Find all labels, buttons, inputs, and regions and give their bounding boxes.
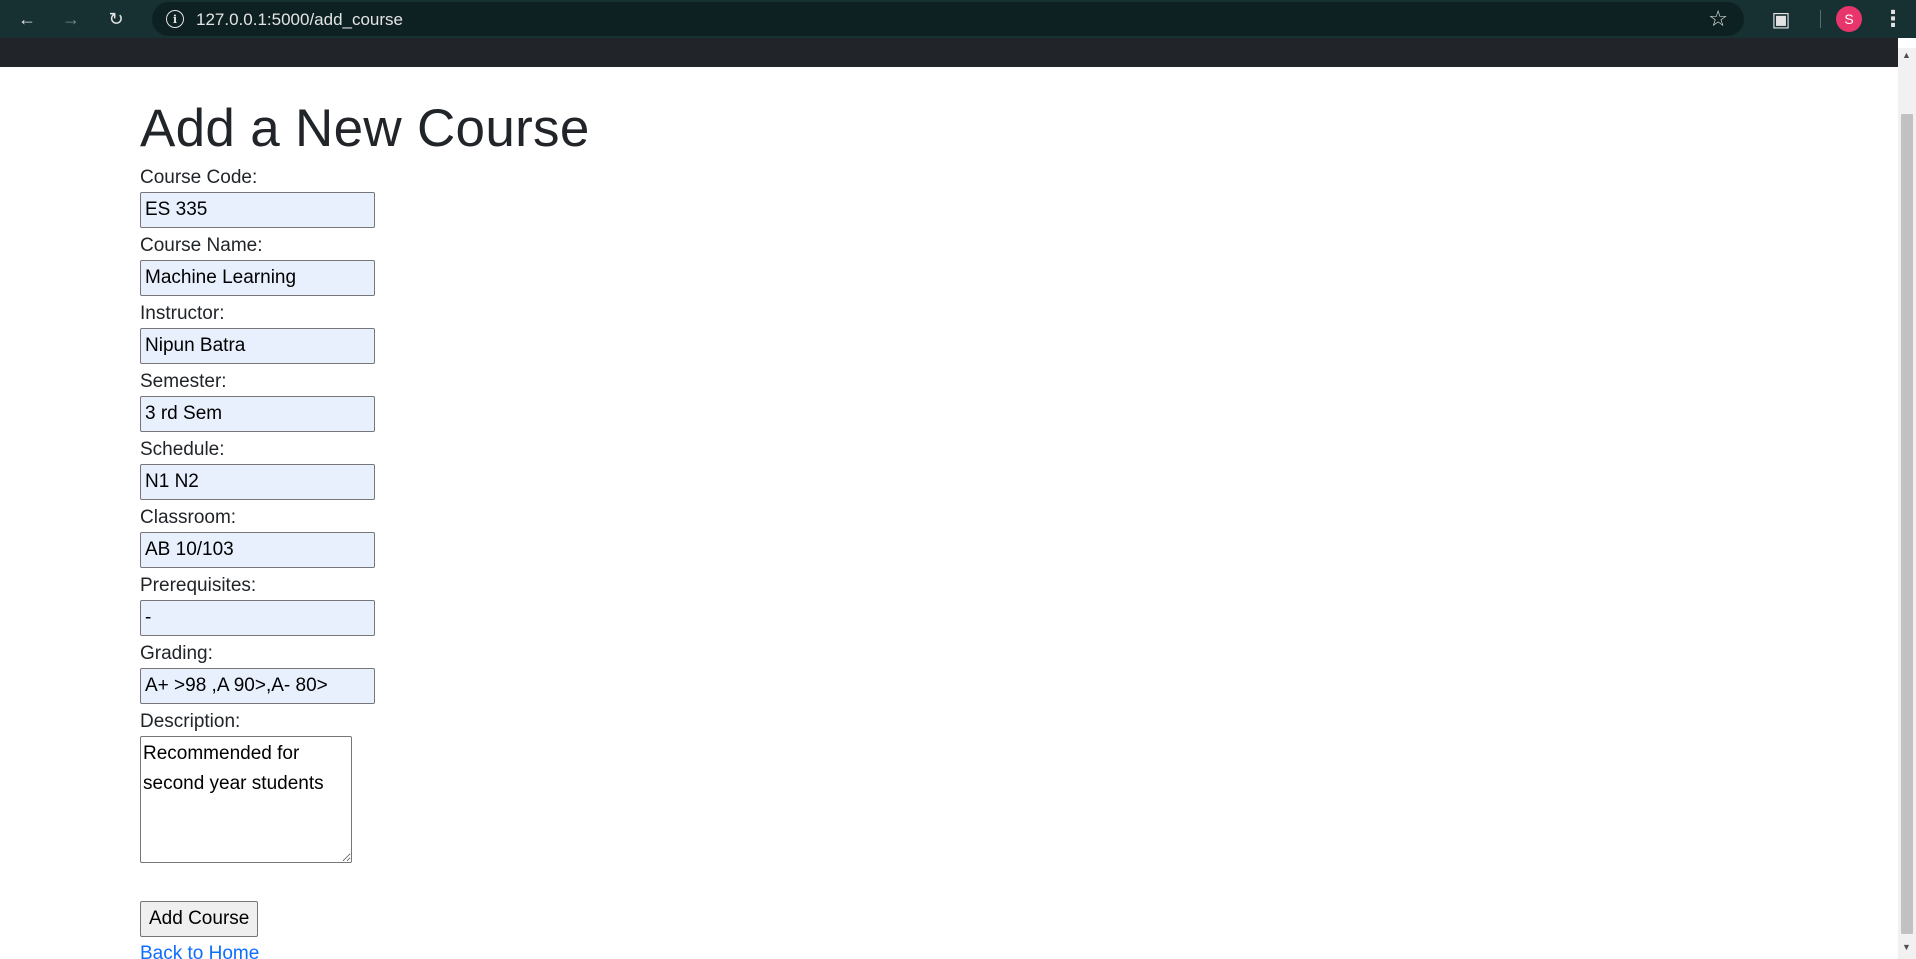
course-code-input[interactable] [140,192,375,228]
url-text[interactable]: 127.0.0.1:5000/add_course [196,10,403,30]
instructor-input[interactable] [140,328,375,364]
back-to-home-link[interactable]: Back to Home [140,943,259,959]
semester-input[interactable] [140,396,375,432]
course-name-input[interactable] [140,260,375,296]
classroom-input[interactable] [140,532,375,568]
schedule-label: Schedule: [140,439,225,460]
reload-icon[interactable]: ↻ [103,6,129,32]
instructor-label: Instructor: [140,303,225,324]
semester-label: Semester: [140,371,227,392]
course-name-label: Course Name: [140,235,263,256]
description-textarea[interactable]: Recommended for second year students [140,736,352,863]
site-navbar [0,38,1898,67]
classroom-label: Classroom: [140,507,237,528]
bookmark-star-icon[interactable]: ☆ [1708,6,1728,32]
grading-input[interactable] [140,668,375,704]
toolbar-divider [1820,10,1821,28]
profile-avatar[interactable]: S [1836,6,1862,32]
description-label: Description: [140,711,241,732]
address-bar[interactable]: i 127.0.0.1:5000/add_course ☆ [152,2,1744,36]
add-course-form: Course Code: Course Name: Instructor: Se… [140,166,840,937]
back-arrow-icon[interactable]: ← [14,6,40,32]
site-info-icon[interactable]: i [166,10,184,28]
extensions-puzzle-icon[interactable]: ▣ [1768,6,1794,32]
schedule-input[interactable] [140,464,375,500]
add-course-button[interactable]: Add Course [140,901,259,937]
course-code-label: Course Code: [140,167,258,188]
forward-arrow-icon[interactable]: → [58,6,84,32]
prerequisites-label: Prerequisites: [140,575,257,596]
scroll-down-arrow-icon[interactable]: ▼ [1902,942,1911,952]
prerequisites-input[interactable] [140,600,375,636]
kebab-menu-icon[interactable]: ⋮ [1880,4,1906,34]
scrollbar-thumb[interactable] [1901,114,1913,934]
grading-label: Grading: [140,643,213,664]
page-title: Add a New Course [140,99,590,158]
browser-toolbar: ← → ↻ i 127.0.0.1:5000/add_course ☆ ▣ S … [0,0,1916,38]
scroll-up-arrow-icon[interactable]: ▲ [1902,50,1911,60]
add-course-container: Add a New Course Course Code: Course Nam… [140,92,840,959]
page-scrollbar[interactable]: ▲ ▼ [1898,48,1916,959]
